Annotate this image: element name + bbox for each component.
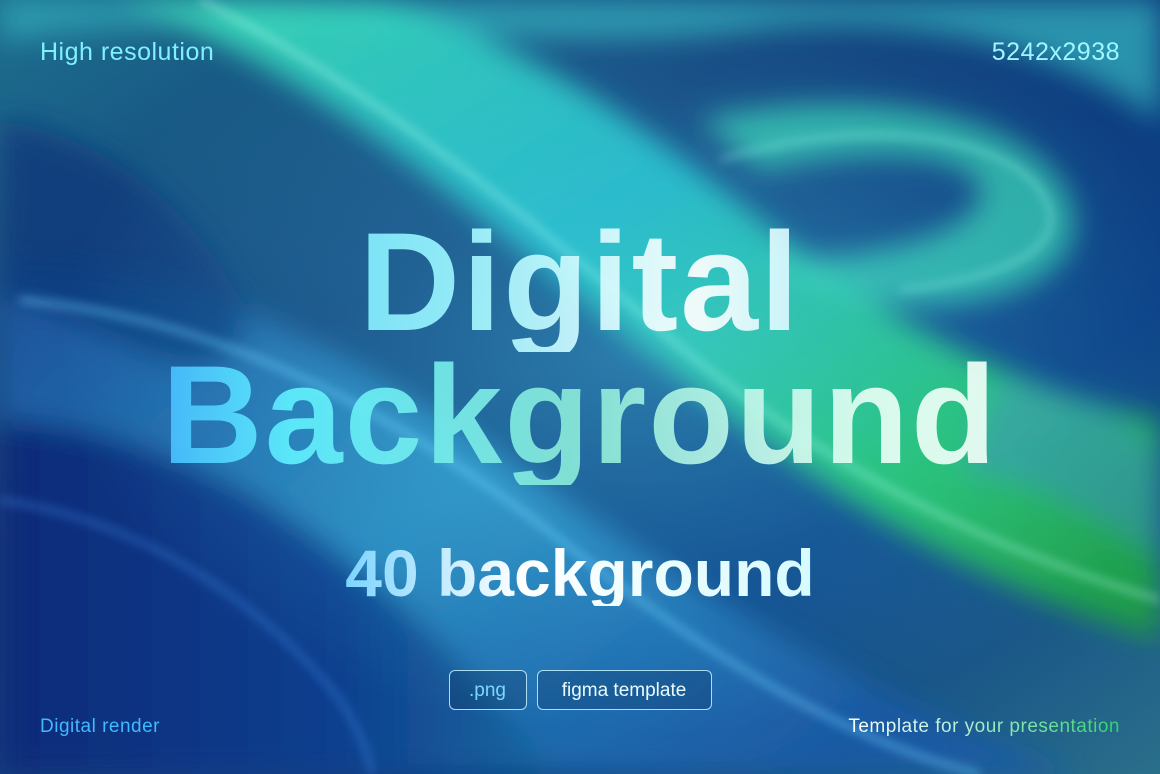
headline-line-2: Background [0,345,1160,485]
headline-line-1: Digital [0,212,1160,352]
dimensions-label: 5242x2938 [991,38,1120,66]
tag-png: .png [448,670,527,710]
template-label: Template for your presentation [848,716,1120,737]
format-tags: .png figma template [0,670,1160,710]
background-preview: High resolution 5242x2938 Digital Backgr… [0,0,1160,774]
render-label: Digital render [40,716,160,737]
resolution-label: High resolution [40,38,215,66]
background-count: 40 background [0,540,1160,606]
tag-figma-template: figma template [536,670,712,710]
